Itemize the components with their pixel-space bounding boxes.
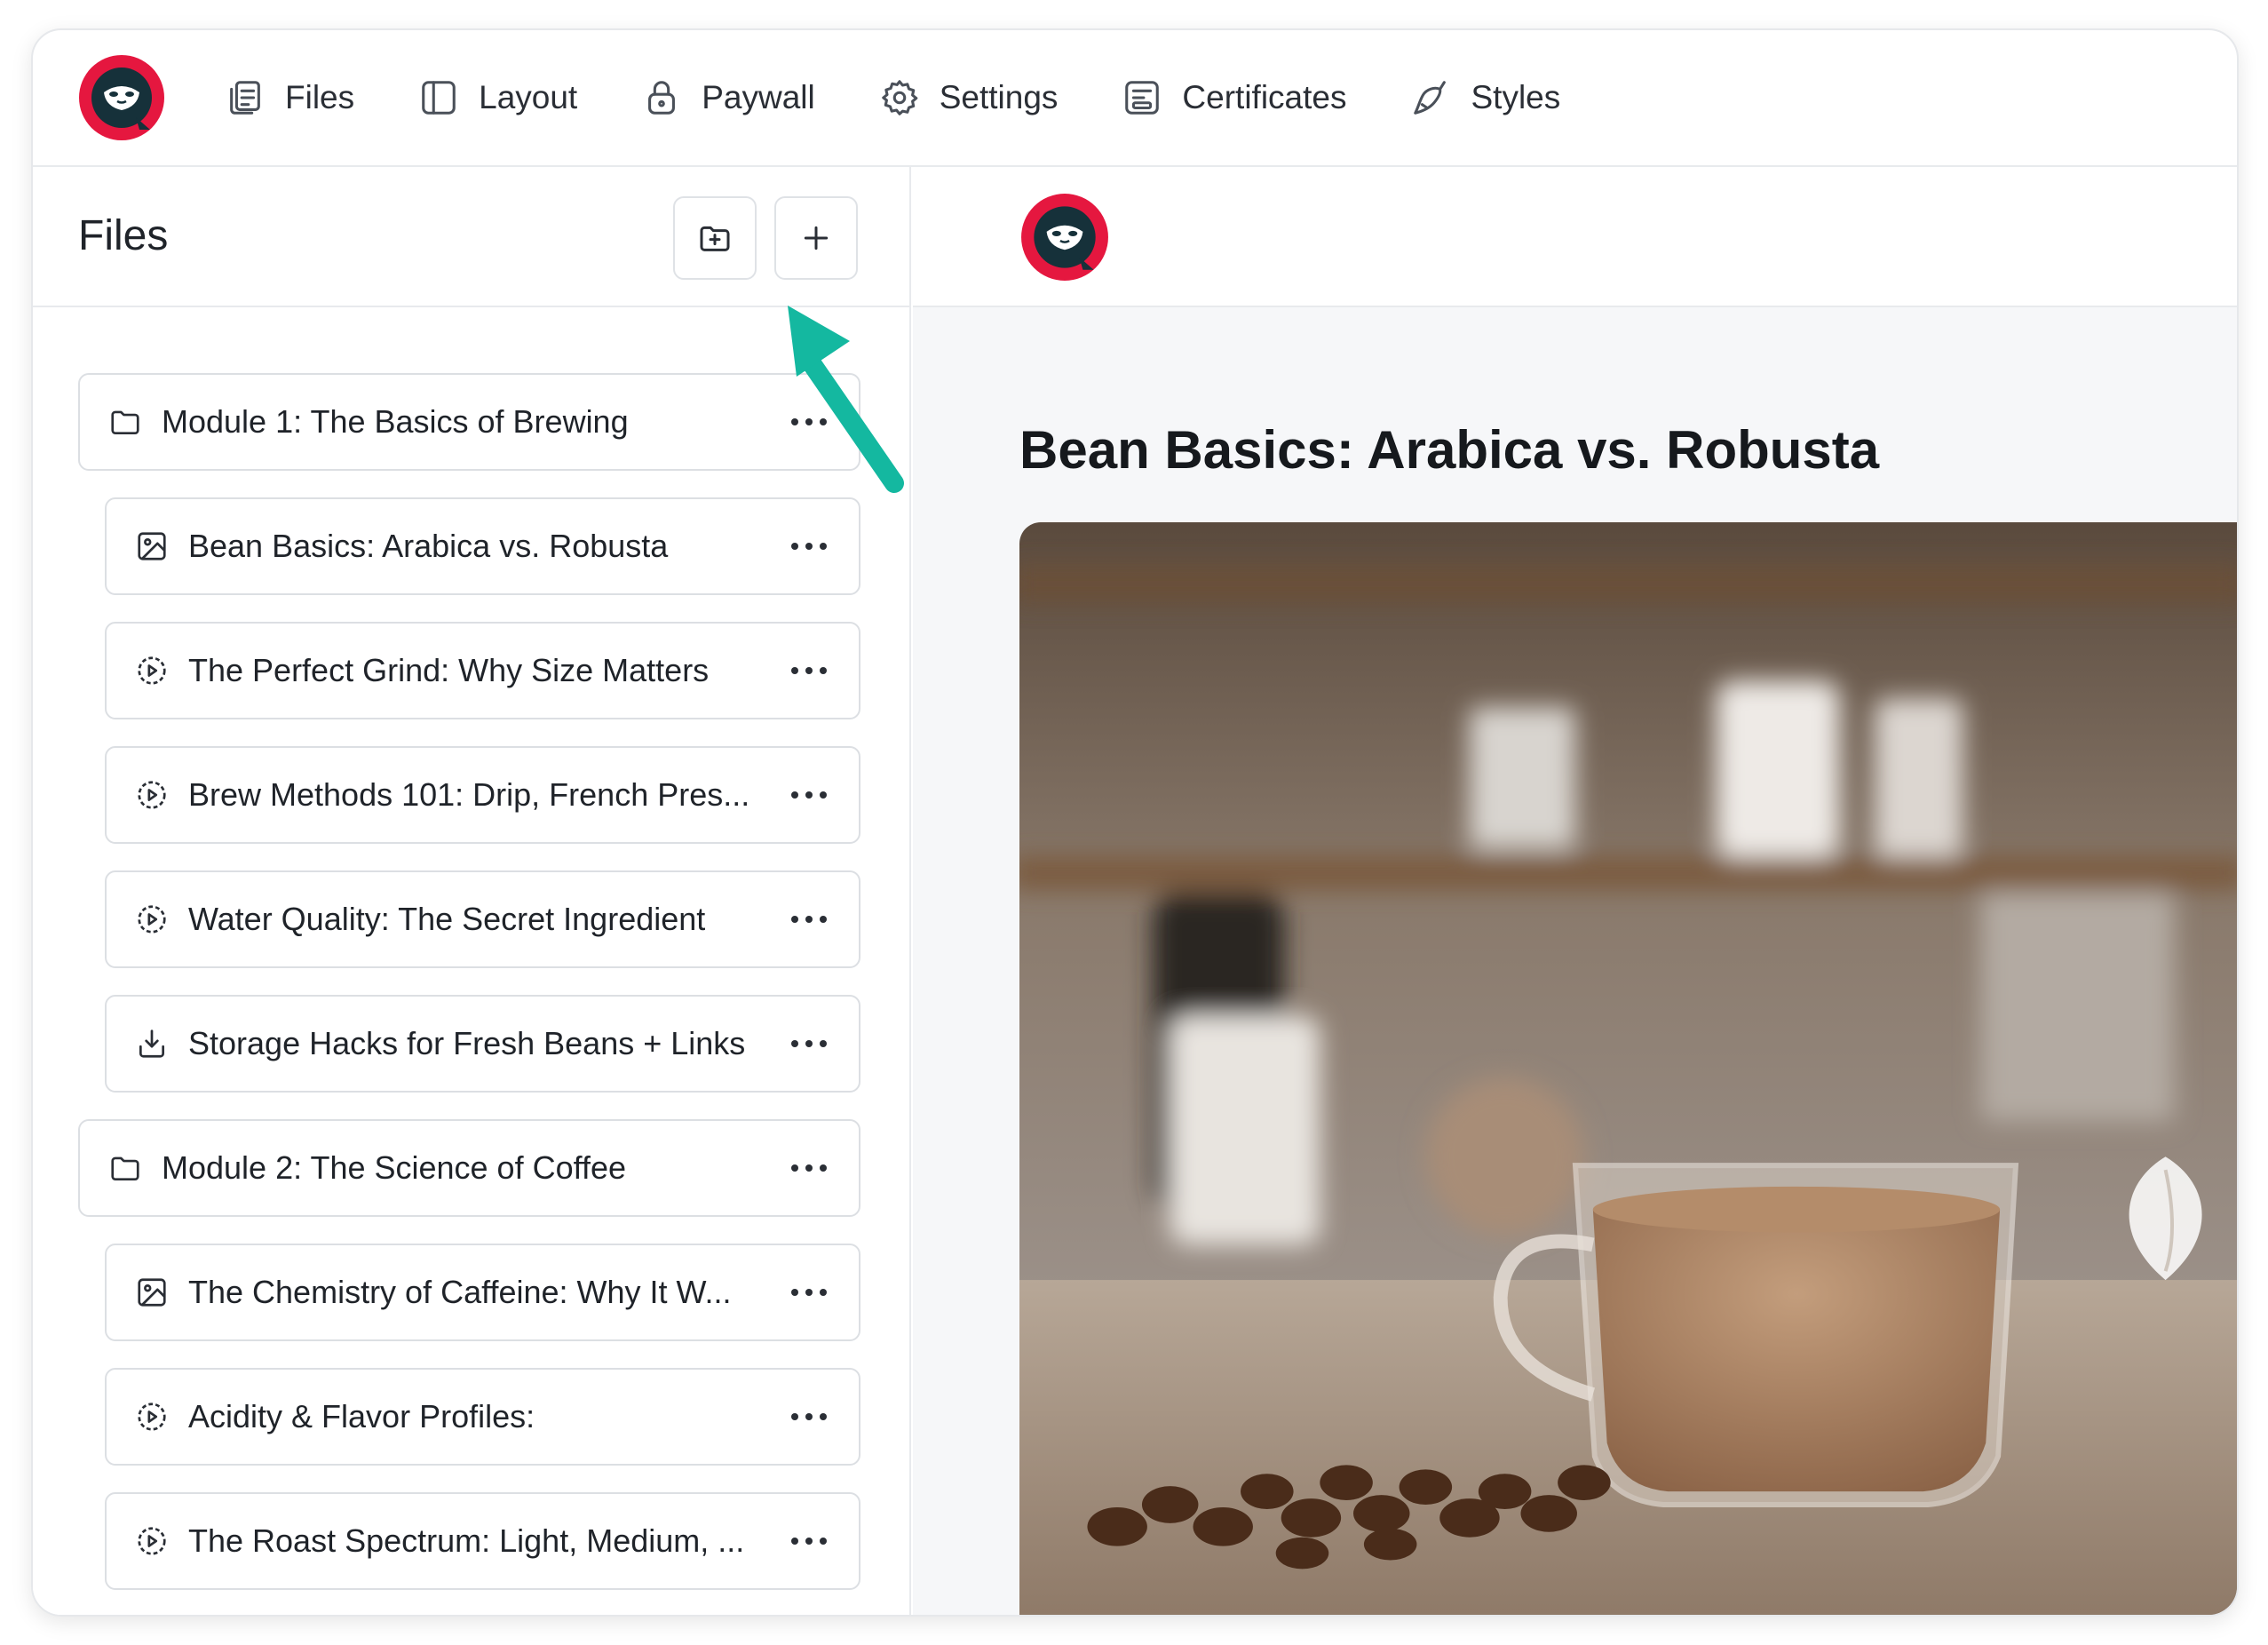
course-logo-icon bbox=[1021, 194, 1108, 281]
sidebar-title: Files bbox=[78, 212, 169, 259]
add-item-button[interactable] bbox=[774, 196, 858, 280]
more-options-button[interactable] bbox=[782, 1275, 836, 1310]
nav-settings[interactable]: Settings bbox=[879, 77, 1059, 118]
nav-paywall-label: Paywall bbox=[702, 79, 815, 115]
brand-logo-icon[interactable] bbox=[77, 53, 166, 142]
folder-row[interactable]: Module 1: The Basics of Brewing bbox=[78, 373, 860, 471]
row-label: The Chemistry of Caffeine: Why It W... bbox=[188, 1274, 732, 1310]
sidebar-header: Files bbox=[33, 167, 909, 307]
nav-files[interactable]: Files bbox=[225, 77, 354, 118]
gear-icon bbox=[881, 80, 918, 115]
brush-icon bbox=[1414, 81, 1447, 115]
more-icon bbox=[791, 543, 827, 550]
lesson-title: Bean Basics: Arabica vs. Robusta bbox=[1019, 420, 1880, 480]
video-icon bbox=[138, 656, 166, 685]
more-icon bbox=[791, 667, 827, 674]
more-options-button[interactable] bbox=[782, 1150, 836, 1186]
folder-plus-icon bbox=[700, 226, 730, 251]
more-options-button[interactable] bbox=[782, 404, 836, 440]
more-options-button[interactable] bbox=[782, 1523, 836, 1559]
top-nav: Files Layout Paywall Settings Certificat… bbox=[33, 30, 2237, 167]
more-options-button[interactable] bbox=[782, 902, 836, 937]
more-icon bbox=[791, 1538, 827, 1545]
lesson-row[interactable]: Storage Hacks for Fresh Beans + Links bbox=[105, 995, 860, 1093]
more-options-button[interactable] bbox=[782, 653, 836, 688]
more-options-button[interactable] bbox=[782, 1399, 836, 1434]
lesson-row[interactable]: The Chemistry of Caffeine: Why It W... bbox=[105, 1244, 860, 1341]
nav-settings-label: Settings bbox=[939, 79, 1059, 115]
new-folder-button[interactable] bbox=[673, 196, 757, 280]
row-label: The Roast Spectrum: Light, Medium, ... bbox=[188, 1522, 745, 1559]
image-icon bbox=[138, 1278, 166, 1307]
video-icon bbox=[138, 781, 166, 809]
certificate-icon bbox=[1125, 81, 1160, 115]
lesson-row[interactable]: The Perfect Grind: Why Size Matters bbox=[105, 622, 860, 719]
row-label: Bean Basics: Arabica vs. Robusta bbox=[188, 528, 669, 564]
preview-header bbox=[913, 167, 2237, 307]
lesson-row[interactable]: Bean Basics: Arabica vs. Robusta bbox=[105, 497, 860, 595]
row-label: Acidity & Flavor Profiles: bbox=[188, 1398, 535, 1434]
nav-certificates[interactable]: Certificates bbox=[1122, 77, 1346, 118]
nav-certificates-label: Certificates bbox=[1182, 79, 1347, 115]
video-icon bbox=[138, 1527, 166, 1555]
lesson-hero-image bbox=[1019, 522, 2237, 1615]
more-options-button[interactable] bbox=[782, 1026, 836, 1061]
nav-layout[interactable]: Layout bbox=[418, 77, 577, 118]
lesson-row[interactable]: Acidity & Flavor Profiles: bbox=[105, 1368, 860, 1466]
folder-icon bbox=[111, 410, 139, 435]
download-icon bbox=[139, 1029, 165, 1058]
lesson-row[interactable]: Water Quality: The Secret Ingredient bbox=[105, 870, 860, 968]
more-icon bbox=[791, 916, 827, 923]
lesson-row[interactable]: Brew Methods 101: Drip, French Pres... bbox=[105, 746, 860, 844]
plus-icon bbox=[804, 226, 829, 250]
folder-icon bbox=[111, 1156, 139, 1181]
more-icon bbox=[791, 1164, 827, 1172]
lock-icon bbox=[648, 81, 676, 115]
nav-styles-label: Styles bbox=[1471, 79, 1561, 115]
nav-layout-label: Layout bbox=[479, 79, 578, 115]
more-icon bbox=[791, 418, 827, 425]
row-label: Module 2: The Science of Coffee bbox=[162, 1149, 627, 1186]
folder-row[interactable]: Module 2: The Science of Coffee bbox=[78, 1119, 860, 1217]
coffee-cup-image bbox=[1019, 522, 2237, 1615]
image-icon bbox=[138, 532, 166, 560]
nav-files-label: Files bbox=[285, 79, 355, 115]
files-sidebar: Files Module 1: The Basics of Brewing Be… bbox=[33, 167, 911, 1615]
app-window: Files Layout Paywall Settings Certificat… bbox=[31, 28, 2239, 1617]
row-label: Module 1: The Basics of Brewing bbox=[162, 403, 629, 440]
more-icon bbox=[791, 1413, 827, 1420]
layout-icon bbox=[422, 81, 456, 115]
more-options-button[interactable] bbox=[782, 528, 836, 564]
row-label: The Perfect Grind: Why Size Matters bbox=[188, 652, 710, 688]
more-icon bbox=[791, 1040, 827, 1047]
nav-styles[interactable]: Styles bbox=[1410, 77, 1560, 118]
video-icon bbox=[138, 905, 166, 934]
lesson-row[interactable]: The Roast Spectrum: Light, Medium, ... bbox=[105, 1492, 860, 1590]
row-label: Storage Hacks for Fresh Beans + Links bbox=[188, 1025, 746, 1061]
row-label: Brew Methods 101: Drip, French Pres... bbox=[188, 776, 750, 813]
more-options-button[interactable] bbox=[782, 777, 836, 813]
more-icon bbox=[791, 1289, 827, 1296]
nav-paywall[interactable]: Paywall bbox=[641, 77, 815, 118]
files-icon bbox=[230, 81, 260, 115]
lesson-preview: Bean Basics: Arabica vs. Robusta bbox=[913, 167, 2237, 1615]
row-label: Water Quality: The Secret Ingredient bbox=[188, 901, 706, 937]
video-icon bbox=[138, 1403, 166, 1431]
more-icon bbox=[791, 791, 827, 799]
